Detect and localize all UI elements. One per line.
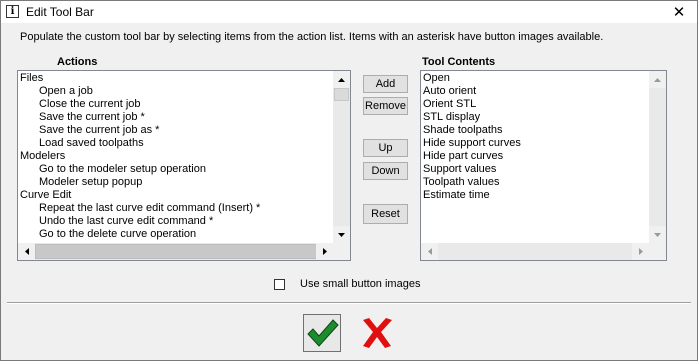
action-list-item[interactable]: Repeat the last curve edit command (Inse… (18, 202, 333, 215)
action-list-item[interactable]: Modeler setup popup (18, 176, 333, 189)
remove-button[interactable]: Remove (363, 97, 408, 115)
edit-tool-bar-dialog: i Edit Tool Bar ✕ Populate the custom to… (0, 0, 698, 361)
scroll-corner (649, 243, 666, 260)
scroll-right-arrow-icon[interactable] (632, 243, 649, 260)
action-list-item[interactable]: Save the current job * (18, 111, 333, 124)
action-list-item[interactable]: Undo the last curve edit command * (18, 215, 333, 228)
tool-list-item[interactable]: STL display (421, 111, 649, 124)
tool-contents-list[interactable]: Open Auto orient Orient STL STL display Shad… (420, 70, 667, 261)
scroll-up-arrow-icon[interactable] (333, 71, 350, 88)
cancel-button[interactable] (358, 314, 396, 352)
action-list-item[interactable]: Curve Edit (18, 189, 333, 202)
info-icon: i (6, 5, 19, 18)
cancel-x-icon (363, 318, 392, 348)
small-images-option[interactable]: Use small button images (274, 278, 420, 290)
actions-list[interactable]: Files Open a job Close the current job Save… (17, 70, 351, 261)
actions-vertical-scrollbar[interactable] (333, 71, 350, 243)
description-text: Populate the custom tool bar by selectin… (20, 31, 604, 43)
scrollbar-thumb[interactable] (334, 88, 349, 101)
actions-list-items: Files Open a job Close the current job Save… (18, 71, 333, 243)
scroll-down-arrow-icon[interactable] (649, 226, 666, 243)
close-button[interactable]: ✕ (661, 1, 697, 23)
action-list-item[interactable]: Files (18, 72, 333, 85)
tool-list-item[interactable]: Estimate time (421, 189, 649, 202)
add-button[interactable]: Add (363, 75, 408, 93)
actions-header: Actions (57, 56, 98, 68)
tool-list-item[interactable]: Auto orient (421, 85, 649, 98)
title-bar: i Edit Tool Bar ✕ (1, 1, 697, 23)
scroll-left-arrow-icon[interactable] (18, 243, 35, 260)
tool-list-item[interactable]: Toolpath values (421, 176, 649, 189)
action-list-item[interactable]: Go to the delete curve operation (18, 228, 333, 241)
action-list-item[interactable]: Save the current job as * (18, 124, 333, 137)
scroll-down-arrow-icon[interactable] (333, 226, 350, 243)
small-images-checkbox[interactable] (274, 278, 285, 290)
up-button[interactable]: Up (363, 139, 408, 157)
action-list-item[interactable]: Open a job (18, 85, 333, 98)
actions-horizontal-scrollbar[interactable] (18, 243, 333, 260)
checkmark-icon (307, 319, 339, 347)
tool-horizontal-scrollbar[interactable] (421, 243, 649, 260)
scroll-corner (333, 243, 350, 260)
tool-list-item[interactable]: Hide support curves (421, 137, 649, 150)
divider (7, 302, 691, 304)
tool-contents-header: Tool Contents (422, 56, 496, 68)
down-button[interactable]: Down (363, 162, 408, 180)
tool-list-item[interactable]: Shade toolpaths (421, 124, 649, 137)
tool-vertical-scrollbar[interactable] (649, 71, 666, 243)
small-images-label: Use small button images (300, 278, 421, 290)
ok-button[interactable] (303, 314, 341, 352)
scroll-up-arrow-icon[interactable] (649, 71, 666, 88)
action-list-item[interactable]: Modelers (18, 150, 333, 163)
tool-list-item[interactable]: Orient STL (421, 98, 649, 111)
tool-list-item[interactable]: Support values (421, 163, 649, 176)
action-list-item[interactable]: Load saved toolpaths (18, 137, 333, 150)
tool-contents-list-items: Open Auto orient Orient STL STL display Shad… (421, 71, 649, 243)
window-title: Edit Tool Bar (26, 5, 94, 19)
scroll-left-arrow-icon[interactable] (421, 243, 438, 260)
action-list-item[interactable]: Go to the modeler setup operation (18, 163, 333, 176)
action-list-item[interactable]: Close the current job (18, 98, 333, 111)
tool-list-item[interactable]: Hide part curves (421, 150, 649, 163)
tool-list-item[interactable]: Open (421, 72, 649, 85)
scrollbar-thumb[interactable] (35, 244, 324, 259)
reset-button[interactable]: Reset (363, 204, 408, 224)
scroll-right-arrow-icon[interactable] (316, 243, 333, 260)
